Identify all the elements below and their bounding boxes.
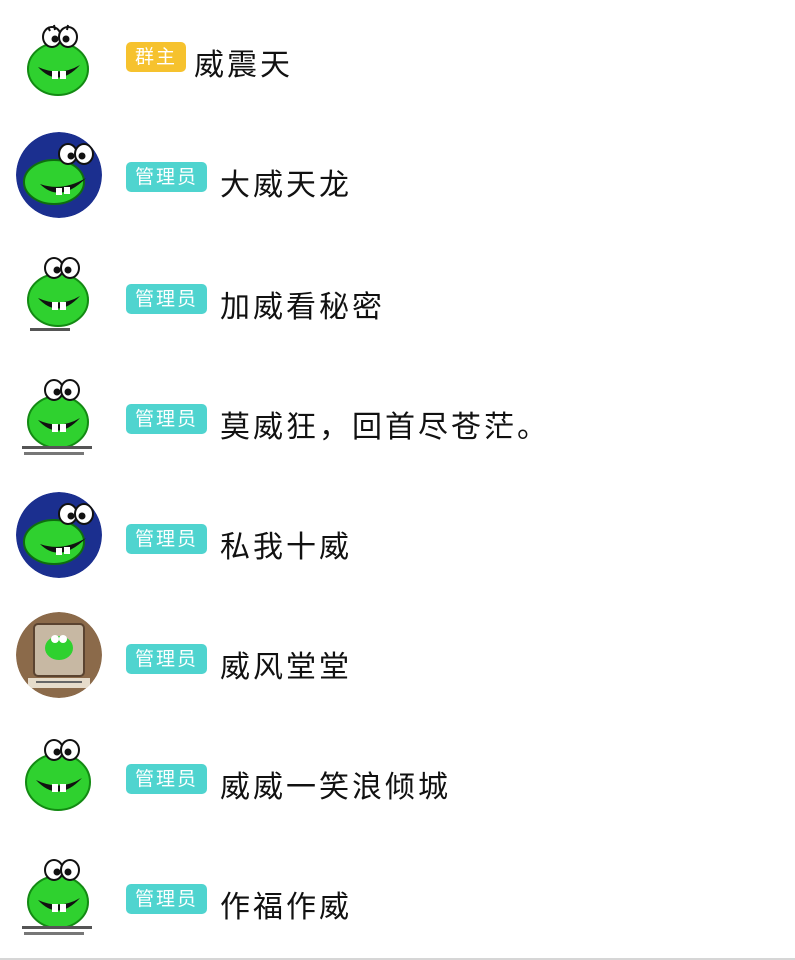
frog-avatar-icon[interactable] xyxy=(16,372,102,458)
member-name: 威威一笑浪倾城 xyxy=(220,770,451,805)
admin-badge: 管理员 xyxy=(126,284,208,314)
member-name: 私我十威 xyxy=(220,530,352,565)
admin-badge: 管理员 xyxy=(126,524,208,554)
frog-avatar-icon[interactable] xyxy=(16,852,102,938)
member-row-weifengtangtang[interactable]: 管理员 威风堂堂 xyxy=(0,600,795,720)
member-name: 加威看秘密 xyxy=(220,290,385,325)
member-row-moweikuang[interactable]: 管理员 莫威狂，回首尽苍茫。 xyxy=(0,360,795,480)
admin-badge: 管理员 xyxy=(126,884,208,914)
member-row-jiaweikanmimi[interactable]: 管理员 加威看秘密 xyxy=(0,240,795,360)
frog-avatar-icon[interactable] xyxy=(16,732,102,818)
admin-badge: 管理员 xyxy=(126,404,208,434)
member-name: 威风堂堂 xyxy=(220,650,352,685)
admin-badge: 管理员 xyxy=(126,644,208,674)
admin-badge: 管理员 xyxy=(126,764,208,794)
member-row-daweitianlong[interactable]: 管理员 大威天龙 xyxy=(0,120,795,240)
frog-photo-avatar-icon[interactable] xyxy=(16,612,102,698)
owner-badge: 群主 xyxy=(126,42,187,72)
member-row-weiweiyixiao[interactable]: 管理员 威威一笑浪倾城 xyxy=(0,720,795,840)
member-row-siwoshiwei[interactable]: 管理员 私我十威 xyxy=(0,480,795,600)
frog-avatar-icon[interactable] xyxy=(16,250,102,336)
member-name: 大威天龙 xyxy=(220,168,352,203)
member-name: 作福作威 xyxy=(220,890,352,925)
member-list: 群主 威震天 管理员 大威天龙 管理员 加威看秘密 管理员 莫威狂，回首尽苍茫。… xyxy=(0,0,795,960)
member-name: 威震天 xyxy=(194,48,293,83)
admin-badge: 管理员 xyxy=(126,162,208,192)
frog-navy-avatar-icon[interactable] xyxy=(16,132,102,218)
frog-avatar-icon[interactable] xyxy=(16,17,102,103)
frog-navy-avatar-icon[interactable] xyxy=(16,492,102,578)
member-name: 莫威狂，回首尽苍茫。 xyxy=(220,410,550,445)
member-row-zuofuzuowei[interactable]: 管理员 作福作威 xyxy=(0,840,795,960)
member-row-weizhentian[interactable]: 群主 威震天 xyxy=(0,0,795,120)
